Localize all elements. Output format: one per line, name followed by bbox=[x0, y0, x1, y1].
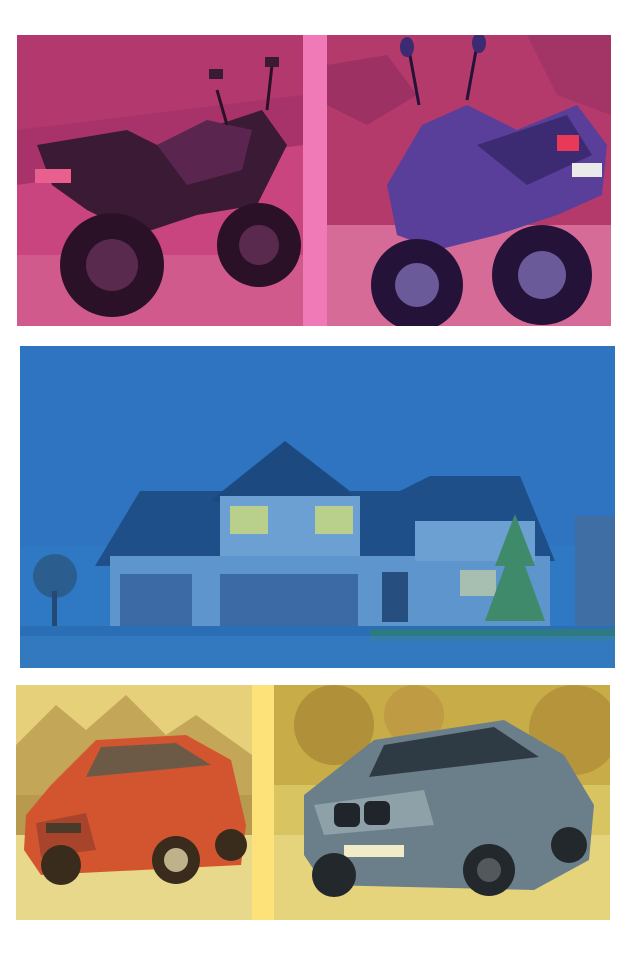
house-photo bbox=[20, 346, 615, 668]
car-row bbox=[16, 685, 610, 920]
motorcycle-row bbox=[17, 35, 611, 326]
commuter-motorcycle-photo bbox=[327, 35, 611, 326]
blue-sedan-photo bbox=[274, 685, 610, 920]
red-suv-photo bbox=[16, 685, 252, 920]
sport-motorcycle-photo bbox=[17, 35, 303, 326]
